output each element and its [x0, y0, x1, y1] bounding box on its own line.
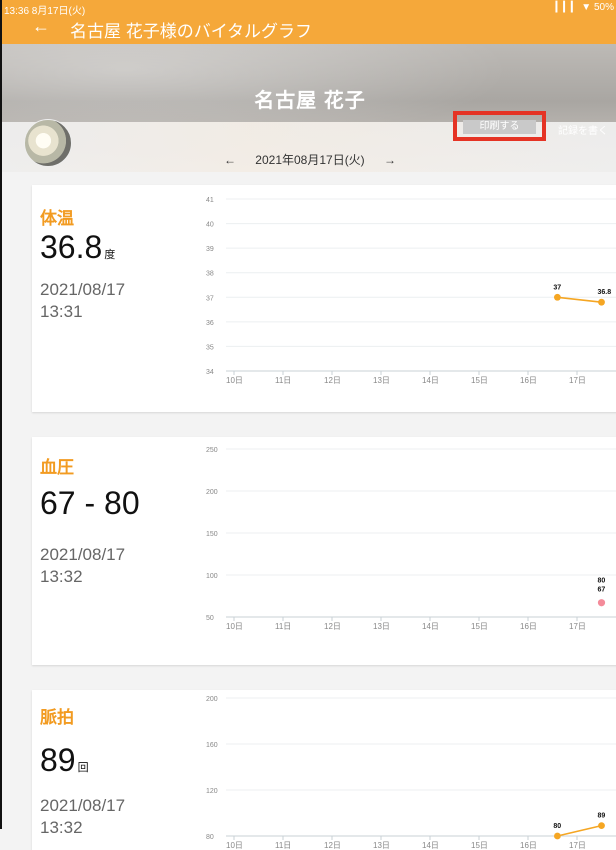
y-tick-label: 38	[206, 271, 214, 278]
y-tick-label: 40	[206, 222, 214, 229]
temperature-time: 13:31	[40, 302, 83, 321]
y-tick-label: 150	[206, 531, 218, 538]
x-tick-label: 17日	[569, 622, 586, 631]
x-tick-label: 14日	[422, 622, 439, 631]
blood-pressure-time: 13:32	[40, 567, 83, 586]
data-point[interactable]	[597, 599, 606, 607]
top-header: 13:36 8月17日(火) ▎▎▎ ▼ 50% ← 名古屋 花子様のバイタルグ…	[2, 0, 616, 44]
x-tick-label: 12日	[324, 841, 341, 850]
data-point[interactable]	[598, 298, 605, 306]
temperature-value: 36.8 度	[40, 229, 115, 266]
y-tick-label: 120	[206, 788, 218, 795]
y-tick-label: 36	[206, 320, 214, 327]
x-tick-label: 10日	[226, 376, 243, 385]
x-tick-label: 12日	[324, 376, 341, 385]
next-date-button[interactable]: →	[384, 153, 396, 167]
back-button[interactable]: ←	[32, 16, 50, 37]
temperature-date-value: 2021/08/17	[40, 280, 126, 299]
blood-pressure-date-value: 2021/08/17	[40, 545, 126, 564]
pulse-card: 脈拍 89 回 2021/08/17 13:32 80 120 160 200 10日 11日…	[32, 690, 616, 850]
y-tick-label: 34	[206, 369, 214, 376]
date-navigation: ← 2021年08月17日(火) →	[2, 151, 616, 168]
data-label: 37	[553, 284, 561, 291]
x-tick-label: 16日	[520, 841, 537, 850]
y-tick-label: 100	[206, 573, 218, 580]
resident-name: 名古屋 花子	[254, 90, 366, 112]
x-tick-label: 11日	[275, 622, 291, 631]
series-line	[557, 296, 602, 303]
y-tick-label: 80	[206, 834, 214, 841]
y-tick-label: 41	[206, 197, 214, 204]
pulse-date: 2021/08/17 13:32	[40, 795, 125, 839]
x-tick-label: 10日	[226, 841, 243, 850]
x-tick-label: 14日	[422, 841, 439, 850]
data-label: 80	[598, 578, 606, 585]
temperature-date: 2021/08/17 13:31	[40, 279, 125, 323]
temperature-chart: 34 35 36 37 38 39 40 41 10日 11日 12日 13日 14日 15日 16日 17日…	[206, 197, 616, 385]
blood-pressure-date: 2021/08/17 13:32	[40, 544, 125, 588]
x-tick-label: 14日	[422, 376, 439, 385]
data-point[interactable]	[554, 293, 561, 301]
x-tick-label: 16日	[520, 622, 537, 631]
data-label: 67	[598, 587, 606, 594]
pulse-value: 89 回	[40, 742, 89, 779]
x-tick-label: 13日	[373, 622, 390, 631]
y-tick-label: 35	[206, 344, 214, 351]
x-tick-label: 11日	[275, 376, 291, 385]
data-label: 36.8	[598, 289, 612, 296]
page-title: 名古屋 花子様のバイタルグラフ	[70, 22, 313, 41]
x-tick-label: 17日	[569, 376, 586, 385]
status-indicators: ▎▎▎ ▼ 50%	[555, 2, 614, 13]
data-point[interactable]	[598, 822, 605, 830]
y-tick-label: 200	[206, 489, 218, 496]
blood-pressure-value: 67 - 80	[40, 485, 140, 521]
pulse-date-value: 2021/08/17	[40, 796, 126, 815]
data-point[interactable]	[554, 832, 561, 840]
pulse-number: 89	[40, 742, 76, 778]
temperature-unit: 度	[104, 249, 116, 261]
blood-pressure-card: 血圧 67 - 80 2021/08/17 13:32 50 100 150 200 25…	[32, 437, 616, 665]
print-button[interactable]: 印刷する	[463, 120, 536, 134]
blood-pressure-chart: 50 100 150 200 250 10日 11日 12日 13日 14日 15日 16日 17日 80…	[206, 447, 616, 631]
y-tick-label: 250	[206, 447, 218, 454]
y-tick-label: 37	[206, 295, 214, 302]
x-tick-label: 11日	[275, 841, 291, 850]
blood-pressure-label: 血圧	[40, 458, 74, 477]
y-tick-label: 200	[206, 696, 218, 703]
write-record-link[interactable]: 記録を書く	[558, 122, 608, 137]
status-time: 13:36 8月17日(火)	[4, 6, 86, 17]
data-label: 89	[598, 813, 606, 820]
pulse-time: 13:32	[40, 818, 83, 837]
x-tick-label: 15日	[471, 841, 488, 850]
temperature-number: 36.8	[40, 229, 103, 265]
temperature-label: 体温	[40, 209, 74, 228]
y-tick-label: 39	[206, 246, 214, 253]
prev-date-button[interactable]: ←	[224, 153, 236, 167]
x-tick-label: 13日	[373, 376, 390, 385]
pulse-unit: 回	[77, 762, 89, 774]
x-tick-label: 15日	[471, 622, 488, 631]
x-tick-label: 12日	[324, 622, 341, 631]
y-tick-label: 50	[206, 615, 214, 622]
y-tick-label: 160	[206, 742, 218, 749]
current-date: 2021年08月17日(火)	[255, 153, 365, 167]
x-tick-label: 10日	[226, 622, 243, 631]
x-tick-label: 17日	[569, 841, 586, 850]
series-line	[557, 824, 602, 837]
pulse-label: 脈拍	[40, 708, 74, 727]
x-tick-label: 16日	[520, 376, 537, 385]
x-tick-label: 13日	[373, 841, 390, 850]
x-tick-label: 15日	[471, 376, 488, 385]
pulse-chart: 8012016020010日 11日 12日 13日 14日 15日 16日 17日8089	[206, 696, 616, 850]
temperature-card: 体温 36.8 度 2021/08/17 13:31 34 35 36 37 38 39 40 4…	[32, 185, 616, 412]
